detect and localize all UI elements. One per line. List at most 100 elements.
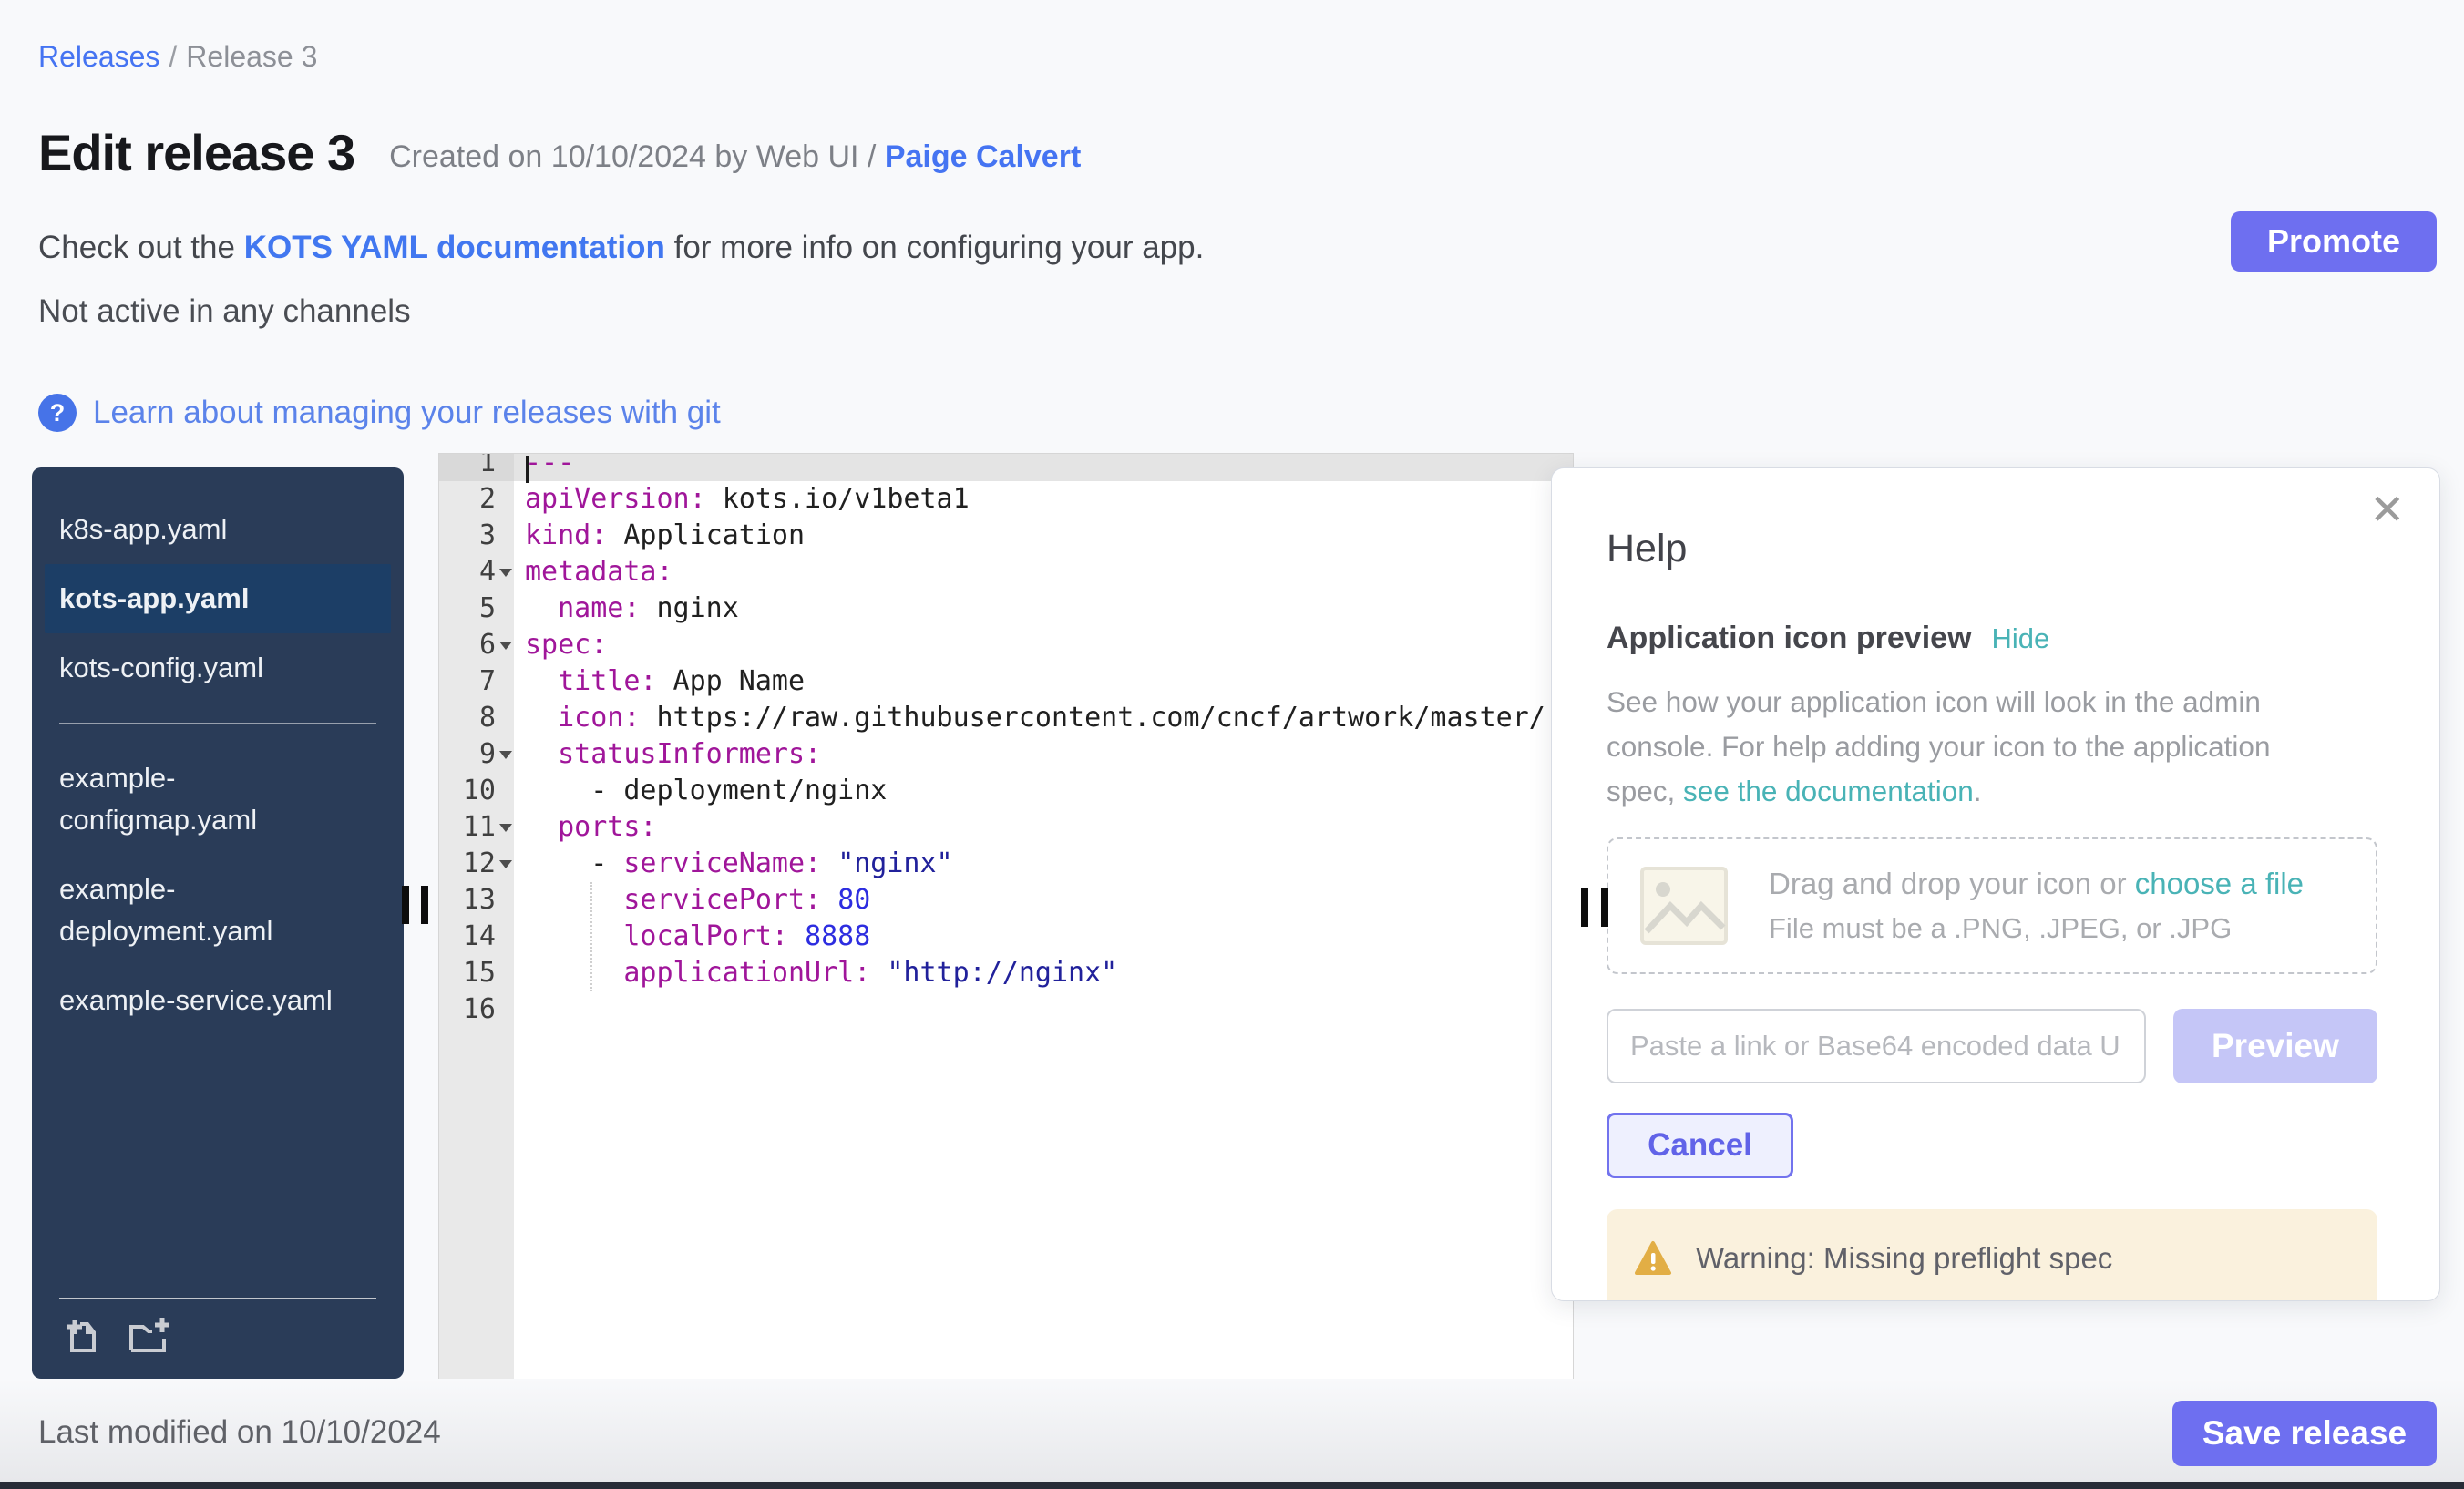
git-help-label: Learn about managing your releases with … <box>93 395 721 431</box>
line-number: 16 <box>439 991 514 1028</box>
code-line-13[interactable]: 13 servicePort: 80 <box>439 882 1573 919</box>
code-text <box>514 991 1573 1028</box>
file-item-kots-app.yaml[interactable]: kots-app.yaml <box>45 564 391 633</box>
intro-line: Check out the KOTS YAML documentation fo… <box>38 230 1204 266</box>
code-line-7[interactable]: 7 title: App Name <box>439 663 1573 700</box>
code-line-11[interactable]: 11 ports: <box>439 809 1573 846</box>
dropzone-text: Drag and drop your icon or choose a file… <box>1769 867 2304 945</box>
fold-arrow-icon[interactable] <box>499 751 512 759</box>
sidebar-resize-handle[interactable] <box>402 886 409 924</box>
code-text: ports: <box>514 809 1573 846</box>
intro-before: Check out the <box>38 230 244 265</box>
title-row: Edit release 3 Created on 10/10/2024 by … <box>38 128 1081 179</box>
page-title: Edit release 3 <box>38 128 354 179</box>
fold-arrow-icon[interactable] <box>499 642 512 650</box>
line-number: 11 <box>439 809 514 846</box>
file-item-k8s-app.yaml[interactable]: k8s-app.yaml <box>32 495 404 564</box>
add-folder-icon[interactable] <box>125 1313 170 1355</box>
code-line-9[interactable]: 9 statusInformers: <box>439 736 1573 773</box>
code-line-1[interactable]: 1--- <box>439 453 1573 481</box>
text-cursor <box>526 456 529 483</box>
yaml-code-editor[interactable]: 1---2apiVersion: kots.io/v1beta13kind: A… <box>438 453 1574 1381</box>
breadcrumb-current: Release 3 <box>186 40 317 73</box>
image-placeholder-icon <box>1639 866 1729 946</box>
icon-preview-description: See how your application icon will look … <box>1607 680 2346 814</box>
help-panel-resize-handle[interactable] <box>1601 888 1608 927</box>
code-text: spec: <box>514 627 1573 663</box>
code-text: name: nginx <box>514 590 1573 627</box>
icon-url-input[interactable] <box>1607 1009 2146 1083</box>
code-text: kind: Application <box>514 518 1573 554</box>
created-info: Created on 10/10/2024 by Web UI / Paige … <box>389 139 1081 179</box>
code-text: servicePort: 80 <box>514 882 1573 919</box>
line-number: 4 <box>439 554 514 590</box>
file-list: k8s-app.yamlkots-app.yamlkots-config.yam… <box>32 467 404 1298</box>
promote-button[interactable]: Promote <box>2231 211 2437 272</box>
fold-arrow-icon[interactable] <box>499 824 512 832</box>
code-text: - deployment/nginx <box>514 773 1573 809</box>
file-item-example-configmap.yaml[interactable]: example-configmap.yaml <box>32 744 404 855</box>
code-line-5[interactable]: 5 name: nginx <box>439 590 1573 627</box>
code-line-10[interactable]: 10 - deployment/nginx <box>439 773 1573 809</box>
code-text: metadata: <box>514 554 1573 590</box>
code-text: - serviceName: "nginx" <box>514 846 1573 882</box>
kots-yaml-doc-link[interactable]: KOTS YAML documentation <box>244 230 665 265</box>
file-item-kots-config.yaml[interactable]: kots-config.yaml <box>32 633 404 703</box>
help-panel-resize-handle[interactable] <box>1581 888 1588 927</box>
breadcrumb: Releases / Release 3 <box>38 40 317 74</box>
file-tree-sidebar: k8s-app.yamlkots-app.yamlkots-config.yam… <box>32 467 404 1379</box>
close-icon[interactable]: ✕ <box>2369 488 2405 530</box>
code-text: title: App Name <box>514 663 1573 700</box>
line-number: 13 <box>439 882 514 919</box>
cancel-button[interactable]: Cancel <box>1607 1113 1793 1178</box>
question-mark-icon: ? <box>38 394 77 432</box>
line-number: 5 <box>439 590 514 627</box>
fold-arrow-icon[interactable] <box>499 569 512 577</box>
sidebar-resize-handle[interactable] <box>421 886 428 924</box>
warning-title: Warning: Missing preflight spec <box>1696 1241 2112 1276</box>
see-documentation-link[interactable]: see the documentation <box>1683 775 1974 807</box>
hide-link[interactable]: Hide <box>1992 622 2050 655</box>
code-line-14[interactable]: 14 localPort: 8888 <box>439 919 1573 955</box>
warning-banner: Warning: Missing preflight spec Warning … <box>1607 1209 2377 1301</box>
file-item-example-deployment.yaml[interactable]: example-deployment.yaml <box>32 855 404 966</box>
git-help-link[interactable]: ? Learn about managing your releases wit… <box>38 394 721 432</box>
release-editor-page: Releases / Release 3 Edit release 3 Create… <box>0 0 2464 1489</box>
code-line-6[interactable]: 6spec: <box>439 627 1573 663</box>
save-release-button[interactable]: Save release <box>2172 1401 2437 1466</box>
line-number: 3 <box>439 518 514 554</box>
channel-status: Not active in any channels <box>38 293 411 330</box>
line-number: 1 <box>439 453 514 481</box>
created-by-link[interactable]: Paige Calvert <box>885 139 1081 174</box>
code-text: icon: https://raw.githubusercontent.com/… <box>514 700 1573 736</box>
file-tree-actions <box>59 1298 376 1379</box>
code-line-2[interactable]: 2apiVersion: kots.io/v1beta1 <box>439 481 1573 518</box>
window-bottom-edge <box>0 1482 2464 1489</box>
fold-arrow-icon[interactable] <box>499 860 512 868</box>
file-item-example-service.yaml[interactable]: example-service.yaml <box>32 966 404 1035</box>
line-number: 10 <box>439 773 514 809</box>
icon-url-row: Preview <box>1607 1009 2377 1083</box>
dropzone-hint: File must be a .PNG, .JPEG, or .JPG <box>1769 912 2304 945</box>
code-text: statusInformers: <box>514 736 1573 773</box>
code-line-12[interactable]: 12 - serviceName: "nginx" <box>439 846 1573 882</box>
icon-preview-title: Application icon preview <box>1607 621 1972 656</box>
code-line-15[interactable]: 15 applicationUrl: "http://nginx" <box>439 955 1573 991</box>
add-file-icon[interactable] <box>59 1313 101 1355</box>
line-number: 7 <box>439 663 514 700</box>
breadcrumb-releases-link[interactable]: Releases <box>38 40 159 73</box>
dropzone-label: Drag and drop your icon or <box>1769 867 2135 900</box>
code-line-3[interactable]: 3kind: Application <box>439 518 1573 554</box>
breadcrumb-separator: / <box>169 40 177 73</box>
code-line-16[interactable]: 16 <box>439 991 1573 1028</box>
preview-button[interactable]: Preview <box>2173 1009 2377 1083</box>
code-text: localPort: 8888 <box>514 919 1573 955</box>
file-group-divider <box>59 723 376 724</box>
icon-dropzone[interactable]: Drag and drop your icon or choose a file… <box>1607 837 2377 974</box>
code-rows: 1---2apiVersion: kots.io/v1beta13kind: A… <box>439 453 1573 1028</box>
line-number: 15 <box>439 955 514 991</box>
code-line-4[interactable]: 4metadata: <box>439 554 1573 590</box>
code-line-8[interactable]: 8 icon: https://raw.githubusercontent.co… <box>439 700 1573 736</box>
choose-file-link[interactable]: choose a file <box>2135 867 2304 900</box>
line-number: 12 <box>439 846 514 882</box>
